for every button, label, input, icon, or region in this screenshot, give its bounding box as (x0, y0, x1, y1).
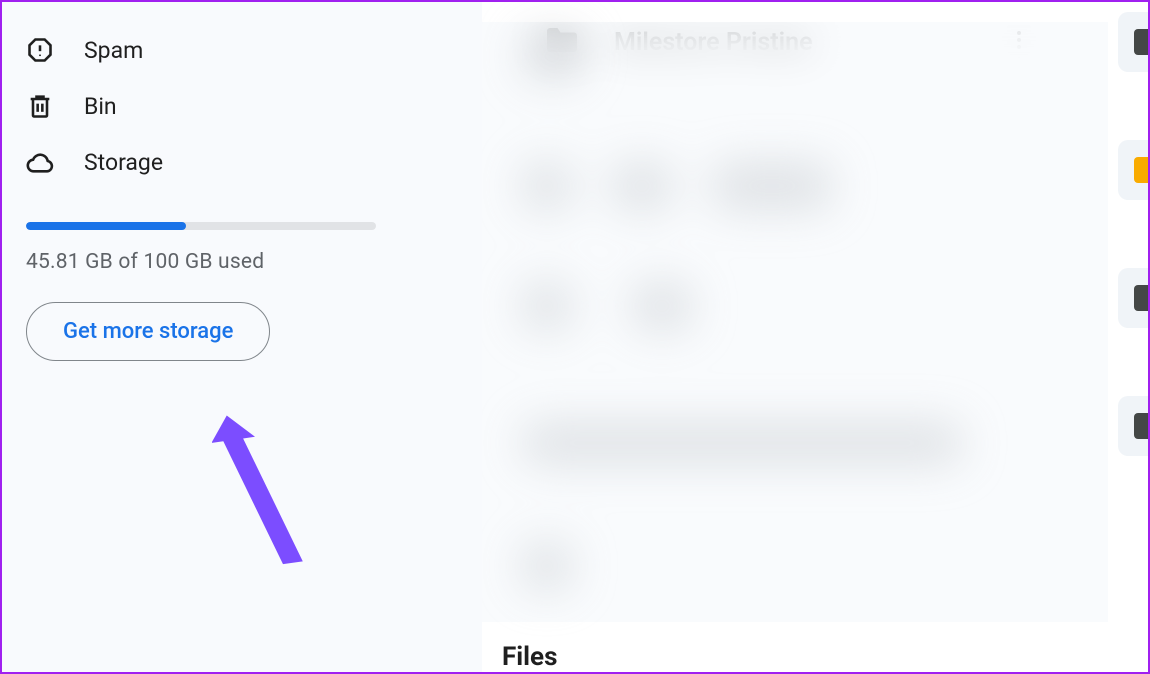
chip-icon (1134, 285, 1148, 311)
storage-usage-text: 45.81 GB of 100 GB used (26, 250, 458, 274)
strip-item[interactable] (1118, 12, 1148, 72)
blurred-content-area (482, 22, 1108, 622)
chip-icon (1134, 413, 1148, 439)
spam-icon (26, 36, 54, 64)
sidebar-item-storage[interactable]: Storage (2, 134, 482, 190)
chip-icon (1134, 29, 1148, 55)
sidebar-item-label: Spam (84, 37, 143, 64)
files-section-heading: Files (502, 642, 557, 672)
sidebar-item-bin[interactable]: Bin (2, 78, 482, 134)
strip-item[interactable] (1118, 396, 1148, 456)
get-more-storage-button[interactable]: Get more storage (26, 302, 270, 361)
cloud-icon (26, 148, 54, 176)
bin-icon (26, 92, 54, 120)
storage-section: 45.81 GB of 100 GB used Get more storage (2, 190, 482, 361)
storage-progress (26, 222, 376, 230)
chip-icon (1134, 157, 1148, 183)
storage-progress-fill (26, 222, 186, 230)
sidebar-item-spam[interactable]: Spam (2, 22, 482, 78)
strip-item[interactable] (1118, 268, 1148, 328)
sidebar-item-label: Bin (84, 93, 117, 120)
right-panel-strip (1108, 2, 1148, 672)
sidebar: Spam Bin Storage (2, 2, 482, 672)
strip-item[interactable] (1118, 140, 1148, 200)
main-content: Milestore Pristine Files (482, 2, 1108, 672)
sidebar-item-label: Storage (84, 149, 163, 176)
